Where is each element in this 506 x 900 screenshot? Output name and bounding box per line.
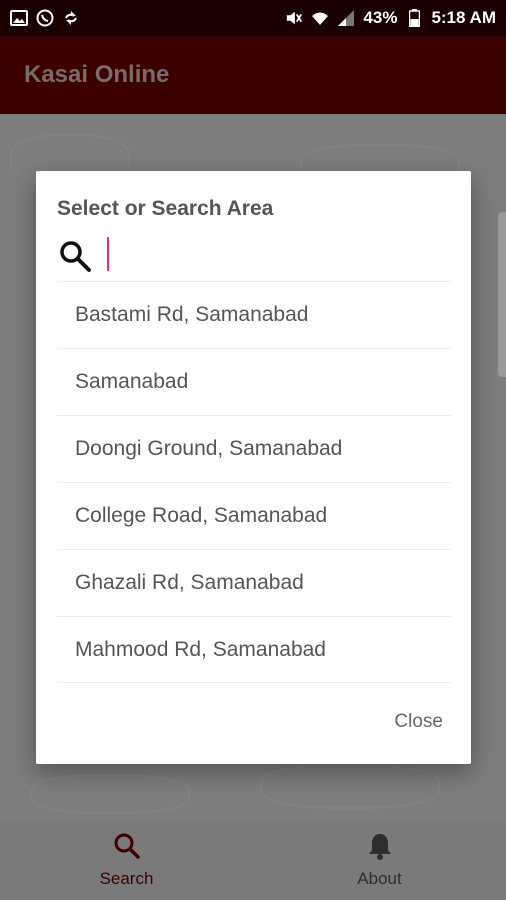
area-select-dialog: Select or Search Area Bastami Rd, Samana… [36, 171, 471, 764]
nav-label-about: About [357, 868, 402, 888]
app-bar: Kasai Online [0, 36, 506, 114]
whatsapp-icon [36, 9, 54, 27]
scrollbar[interactable] [498, 212, 506, 377]
list-item[interactable]: Doongi Ground, Samanabad [57, 415, 451, 482]
text-cursor [107, 237, 109, 271]
sync-icon [62, 9, 80, 27]
battery-icon [405, 9, 423, 27]
decorative-pattern [260, 764, 440, 809]
list-item[interactable]: Mahmood Rd, Samanabad [57, 616, 451, 683]
search-row [57, 233, 451, 279]
nav-item-search[interactable]: Search [0, 820, 253, 900]
nav-item-about[interactable]: About [253, 820, 506, 900]
bottom-nav: Search About [0, 820, 506, 900]
app-title: Kasai Online [24, 61, 170, 88]
wifi-icon [311, 9, 329, 27]
status-left-icons [10, 9, 80, 27]
status-bar: 43% 5:18 AM [0, 0, 506, 36]
close-button[interactable]: Close [394, 711, 443, 733]
battery-percent: 43% [363, 8, 398, 27]
status-right-icons: 43% 5:18 AM [285, 8, 496, 28]
list-item[interactable]: Bastami Rd, Samanabad [57, 281, 451, 348]
bell-icon [367, 832, 393, 865]
gallery-icon [10, 9, 28, 27]
search-icon [57, 238, 93, 274]
dialog-title: Select or Search Area [57, 197, 274, 220]
list-item[interactable]: Samanabad [57, 348, 451, 415]
nav-label-search: Search [99, 868, 154, 888]
clock: 5:18 AM [431, 8, 496, 27]
list-item[interactable]: College Road, Samanabad [57, 482, 451, 549]
search-input[interactable] [105, 238, 451, 274]
decorative-pattern [30, 774, 190, 814]
list-item[interactable]: Ghazali Rd, Samanabad [57, 549, 451, 616]
area-list: Bastami Rd, Samanabad Samanabad Doongi G… [57, 281, 451, 683]
mute-icon [285, 9, 303, 27]
signal-icon [337, 9, 355, 27]
search-icon [113, 832, 141, 865]
